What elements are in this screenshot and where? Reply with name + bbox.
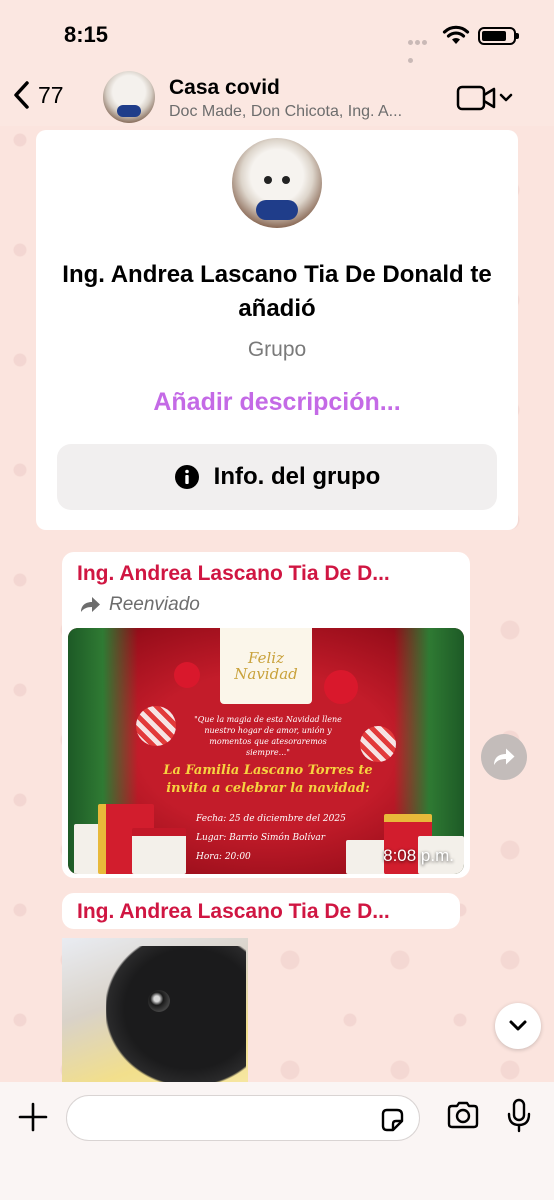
message-time: 8:08 p.m.: [383, 846, 454, 865]
chat-header: 77 Casa covid Doc Made, Don Chicota, Ing…: [0, 70, 554, 126]
message-input[interactable]: [66, 1095, 420, 1141]
group-members[interactable]: Doc Made, Don Chicota, Ing. A...: [169, 103, 441, 121]
group-info-button[interactable]: Info. del grupo: [57, 444, 497, 510]
unread-count: 77: [38, 81, 64, 108]
wifi-icon: [442, 25, 470, 44]
message-bubble[interactable]: Ing. Andrea Lascano Tia De D... Reenviad…: [62, 552, 470, 878]
group-info-label: Info. del grupo: [213, 463, 381, 490]
message-sender[interactable]: Ing. Andrea Lascano Tia De D...: [77, 562, 390, 586]
scroll-to-bottom-button[interactable]: [495, 1003, 541, 1049]
message-sender[interactable]: Ing. Andrea Lascano Tia De D...: [77, 900, 390, 924]
info-icon: [174, 465, 199, 489]
battery-icon: [478, 27, 519, 45]
attach-plus-icon[interactable]: [16, 1100, 50, 1134]
camera-icon[interactable]: [446, 1101, 480, 1129]
cellular-signal-icon: [408, 32, 434, 63]
status-time: 8:15: [64, 22, 109, 47]
group-avatar[interactable]: [103, 71, 155, 123]
sticker-icon[interactable]: [379, 1107, 405, 1133]
add-description-link[interactable]: Añadir descripción...: [36, 388, 518, 417]
forwarded-arrow-icon: [81, 597, 100, 612]
group-info-card: Ing. Andrea Lascano Tia De Donald te aña…: [36, 130, 518, 530]
video-call-button[interactable]: [456, 84, 516, 112]
feliz-navidad-card: Feliz Navidad: [220, 628, 312, 704]
chevron-left-icon: [14, 81, 29, 109]
flyer-invitation: La Familia Lascano Torres te invita a ce…: [163, 763, 373, 796]
microphone-icon[interactable]: [506, 1098, 532, 1134]
back-button[interactable]: 77: [12, 80, 64, 110]
group-name[interactable]: Casa covid: [169, 76, 280, 100]
flyer-quote: "Que la magia de esta Navidad llene nues…: [194, 715, 342, 757]
composer-bar: [0, 1082, 554, 1200]
chat-type-label: Grupo: [247, 338, 307, 361]
chevron-down-icon: [509, 1020, 527, 1031]
status-bar: 8:15: [0, 0, 554, 70]
added-by-text: Ing. Andrea Lascano Tia De Donald te aña…: [62, 261, 492, 322]
forwarded-label: Reenviado: [79, 594, 200, 616]
share-arrow-icon: [494, 748, 515, 765]
forward-button[interactable]: [481, 734, 527, 780]
message-bubble[interactable]: Ing. Andrea Lascano Tia De D...: [62, 893, 460, 929]
flyer-details: Fecha: 25 de diciembre del 2025 Lugar: B…: [196, 814, 346, 862]
group-avatar-large[interactable]: [232, 138, 322, 228]
christmas-flyer-image[interactable]: Feliz Navidad "Que la magia de esta Navi…: [68, 628, 464, 874]
dog-photo-image[interactable]: [62, 938, 248, 1082]
